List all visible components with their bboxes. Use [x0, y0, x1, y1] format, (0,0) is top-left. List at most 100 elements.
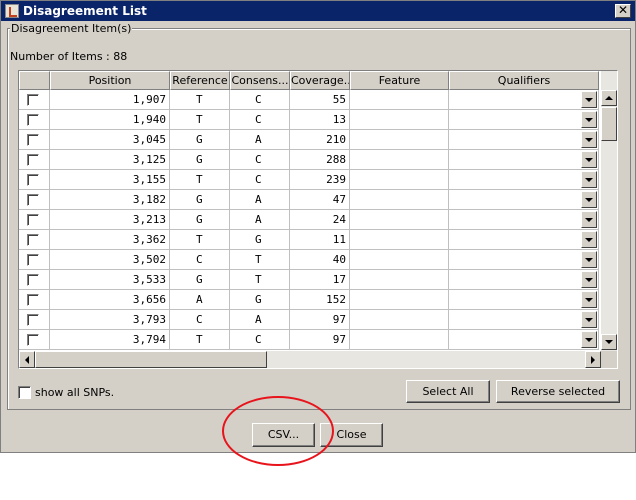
- table-row[interactable]: 3,155 T C 239: [19, 170, 599, 190]
- position-cell: 3,125: [50, 150, 170, 170]
- scroll-left-arrow-icon[interactable]: [19, 351, 35, 368]
- chevron-down-icon[interactable]: [581, 191, 597, 208]
- table-row[interactable]: 3,502 C T 40: [19, 250, 599, 270]
- qualifiers-cell[interactable]: [449, 290, 599, 310]
- close-button[interactable]: Close: [320, 423, 383, 447]
- chevron-down-icon[interactable]: [581, 231, 597, 248]
- scroll-right-arrow-icon[interactable]: [585, 351, 601, 368]
- table-row[interactable]: 1,940 T C 13: [19, 110, 599, 130]
- feature-cell[interactable]: [350, 310, 449, 330]
- row-checkbox[interactable]: [27, 134, 39, 146]
- column-header-select[interactable]: [19, 71, 50, 90]
- table-row[interactable]: 3,125 G C 288: [19, 150, 599, 170]
- table-row[interactable]: 1,907 T C 55: [19, 90, 599, 110]
- chevron-down-icon[interactable]: [581, 271, 597, 288]
- coverage-cell: 97: [290, 310, 350, 330]
- qualifiers-cell[interactable]: [449, 310, 599, 330]
- row-checkbox[interactable]: [27, 174, 39, 186]
- title-bar[interactable]: Disagreement List ✕: [1, 1, 635, 21]
- chevron-down-icon[interactable]: [581, 151, 597, 168]
- chevron-down-icon[interactable]: [581, 171, 597, 188]
- row-checkbox[interactable]: [27, 294, 39, 306]
- disagreement-list-window: Disagreement List ✕ Disagreement Item(s)…: [0, 0, 636, 453]
- feature-cell[interactable]: [350, 90, 449, 110]
- feature-cell[interactable]: [350, 330, 449, 350]
- row-checkbox[interactable]: [27, 274, 39, 286]
- qualifiers-cell[interactable]: [449, 210, 599, 230]
- row-checkbox[interactable]: [27, 214, 39, 226]
- table-row[interactable]: 3,656 A G 152: [19, 290, 599, 310]
- qualifiers-cell[interactable]: [449, 110, 599, 130]
- coverage-cell: 288: [290, 150, 350, 170]
- feature-cell[interactable]: [350, 290, 449, 310]
- chevron-down-icon[interactable]: [581, 111, 597, 128]
- chevron-down-icon[interactable]: [581, 131, 597, 148]
- qualifiers-cell[interactable]: [449, 130, 599, 150]
- chevron-down-icon[interactable]: [581, 331, 597, 348]
- chevron-down-icon[interactable]: [581, 211, 597, 228]
- feature-cell[interactable]: [350, 250, 449, 270]
- position-cell: 3,533: [50, 270, 170, 290]
- column-header-consensus[interactable]: Consens...: [230, 71, 290, 90]
- feature-cell[interactable]: [350, 190, 449, 210]
- column-header-reference[interactable]: Reference: [170, 71, 230, 90]
- feature-cell[interactable]: [350, 130, 449, 150]
- csv-button[interactable]: CSV...: [252, 423, 315, 447]
- table-row[interactable]: 3,182 G A 47: [19, 190, 599, 210]
- row-select-cell: [19, 270, 50, 290]
- feature-cell[interactable]: [350, 170, 449, 190]
- qualifiers-cell[interactable]: [449, 230, 599, 250]
- column-header-coverage[interactable]: Coverage...: [290, 71, 350, 90]
- row-checkbox[interactable]: [27, 314, 39, 326]
- row-select-cell: [19, 150, 50, 170]
- scroll-down-arrow-icon[interactable]: [601, 334, 617, 350]
- show-all-snps-checkbox[interactable]: [18, 386, 31, 399]
- coverage-cell: 47: [290, 190, 350, 210]
- row-checkbox[interactable]: [27, 234, 39, 246]
- reverse-selected-button[interactable]: Reverse selected: [496, 380, 620, 403]
- table-row[interactable]: 3,533 G T 17: [19, 270, 599, 290]
- table-row[interactable]: 3,793 C A 97: [19, 310, 599, 330]
- qualifiers-cell[interactable]: [449, 270, 599, 290]
- column-header-qualifiers[interactable]: Qualifiers: [449, 71, 599, 90]
- qualifiers-cell[interactable]: [449, 250, 599, 270]
- feature-cell[interactable]: [350, 150, 449, 170]
- chevron-down-icon[interactable]: [581, 311, 597, 328]
- qualifiers-cell[interactable]: [449, 190, 599, 210]
- table-row[interactable]: 3,794 T C 97: [19, 330, 599, 350]
- reference-cell: T: [170, 230, 230, 250]
- chevron-down-icon[interactable]: [581, 291, 597, 308]
- chevron-down-icon[interactable]: [581, 251, 597, 268]
- qualifiers-cell[interactable]: [449, 150, 599, 170]
- table-row[interactable]: 3,362 T G 11: [19, 230, 599, 250]
- qualifiers-cell[interactable]: [449, 170, 599, 190]
- column-header-position[interactable]: Position: [50, 71, 170, 90]
- feature-cell[interactable]: [350, 110, 449, 130]
- row-checkbox[interactable]: [27, 154, 39, 166]
- position-cell: 3,213: [50, 210, 170, 230]
- feature-cell[interactable]: [350, 230, 449, 250]
- feature-cell[interactable]: [350, 270, 449, 290]
- row-checkbox[interactable]: [27, 94, 39, 106]
- coverage-cell: 40: [290, 250, 350, 270]
- qualifiers-cell[interactable]: [449, 90, 599, 110]
- column-header-feature[interactable]: Feature: [350, 71, 449, 90]
- qualifiers-cell[interactable]: [449, 330, 599, 350]
- table-row[interactable]: 3,045 G A 210: [19, 130, 599, 150]
- vertical-scrollbar[interactable]: [601, 71, 617, 351]
- feature-cell[interactable]: [350, 210, 449, 230]
- close-icon[interactable]: ✕: [615, 4, 631, 18]
- chevron-down-icon[interactable]: [581, 91, 597, 108]
- scroll-up-arrow-icon[interactable]: [601, 90, 617, 106]
- show-all-snps-label[interactable]: show all SNPs.: [35, 386, 114, 399]
- row-checkbox[interactable]: [27, 334, 39, 346]
- row-checkbox[interactable]: [27, 254, 39, 266]
- select-all-button[interactable]: Select All: [406, 380, 490, 403]
- table-row[interactable]: 3,213 G A 24: [19, 210, 599, 230]
- horizontal-scroll-thumb[interactable]: [35, 351, 267, 368]
- row-checkbox[interactable]: [27, 194, 39, 206]
- row-checkbox[interactable]: [27, 114, 39, 126]
- vertical-scroll-thumb[interactable]: [601, 107, 617, 141]
- horizontal-scrollbar[interactable]: [19, 351, 617, 368]
- row-select-cell: [19, 110, 50, 130]
